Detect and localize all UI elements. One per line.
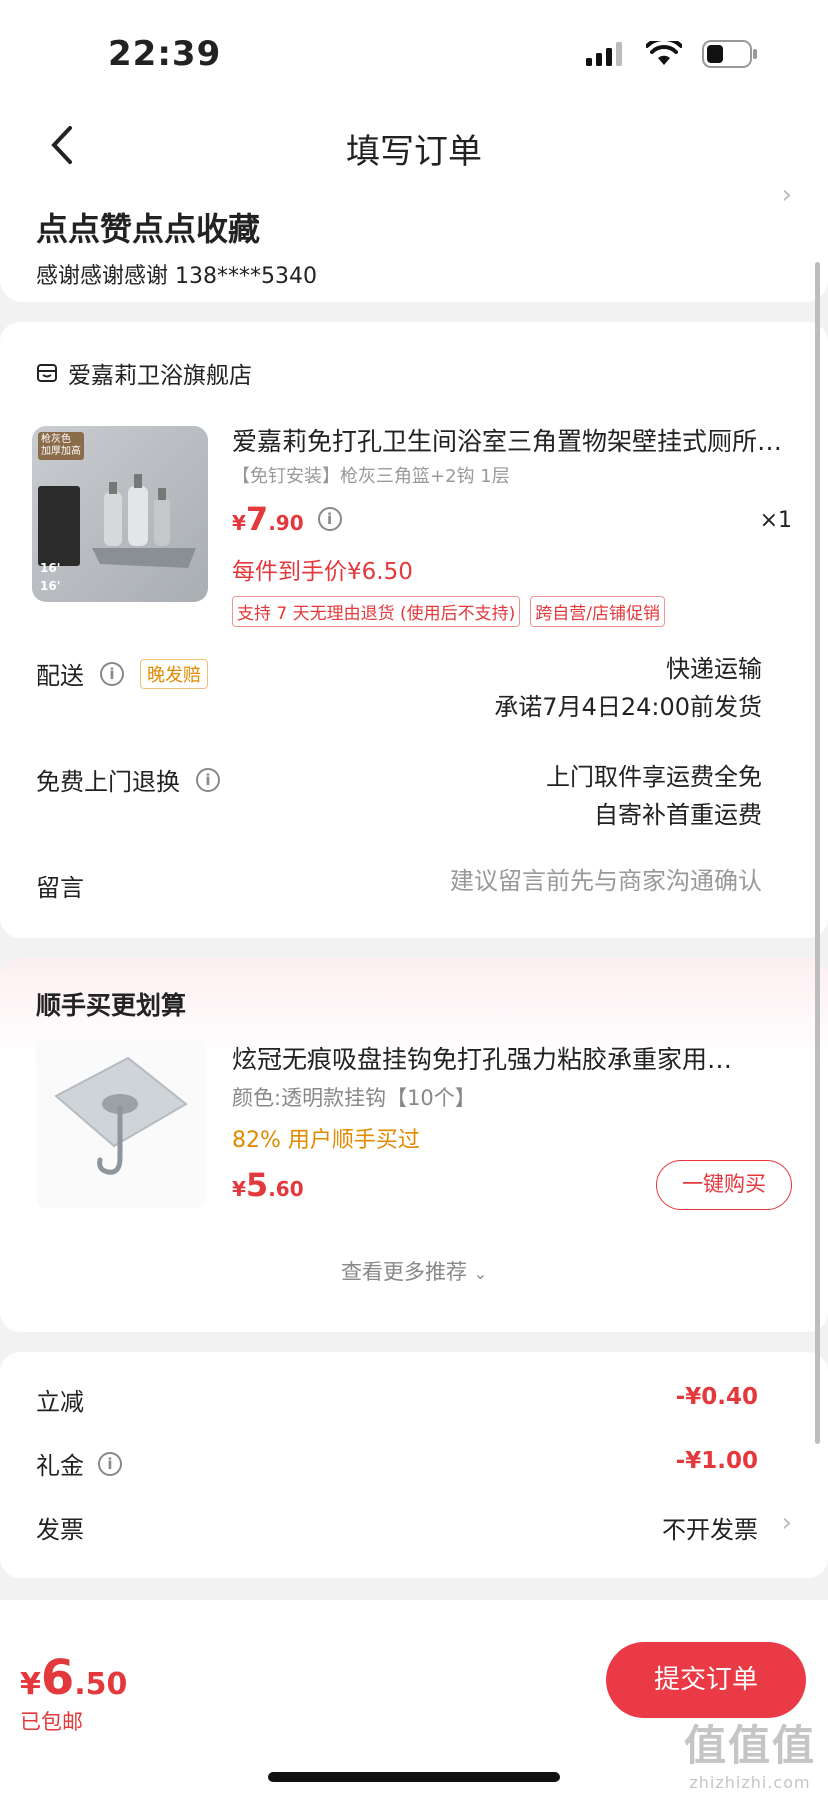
- delivery-promise: 承诺7月4日24:00前发货: [494, 693, 762, 721]
- address-detail: 感谢感谢感谢 138****5340: [36, 264, 317, 289]
- product-title[interactable]: 爱嘉莉免打孔卫生间浴室三角置物架壁挂式厕所…: [232, 422, 792, 458]
- return-line-2: 自寄补首重运费: [594, 801, 762, 829]
- watermark-url: zhizhizhi.com: [689, 1773, 811, 1792]
- price-integer: 5: [245, 1166, 269, 1204]
- nav-bar: 填写订单: [0, 100, 828, 190]
- delivery-label: 配送: [36, 662, 84, 690]
- return-label: 免费上门退换: [36, 768, 180, 796]
- price-integer: 7: [245, 500, 269, 538]
- upsell-title: 顺手买更划算: [36, 991, 187, 1020]
- status-time: 22:39: [108, 34, 222, 74]
- upsell-price: ¥ 5 .60: [232, 1166, 304, 1204]
- final-price: 每件到手价¥6.50: [232, 559, 413, 585]
- discounts-card: 立减 -¥0.40 礼金 i -¥1.00 发票 不开发票 ›: [0, 1352, 828, 1578]
- shop-name: 爱嘉莉卫浴旗舰店: [68, 363, 252, 389]
- home-indicator[interactable]: [268, 1772, 560, 1782]
- total-price: ¥ 6 .50: [20, 1650, 127, 1706]
- price-decimal: .90: [268, 511, 304, 535]
- store-icon: [37, 364, 57, 382]
- promo-tag: 跨自营/店铺促销: [530, 596, 666, 627]
- return-info: 上门取件享运费全免 自寄补首重运费: [546, 758, 762, 834]
- hook-illustration: [54, 1056, 188, 1175]
- image-badge: 枪灰色 加厚加高: [38, 432, 84, 460]
- delivery-row: 配送 i 晚发赔: [36, 656, 208, 691]
- product-tags: 支持 7 天无理由退货 (使用后不支持) 跨自营/店铺促销: [232, 596, 666, 627]
- delivery-method: 快递运输: [666, 655, 762, 683]
- price-decimal: .50: [74, 1667, 128, 1702]
- invoice-label: 发票: [36, 1516, 84, 1544]
- instant-discount-value: -¥0.40: [675, 1384, 758, 1410]
- info-icon[interactable]: i: [98, 1451, 122, 1476]
- price-integer: 6: [40, 1650, 75, 1706]
- invoice-value[interactable]: 不开发票: [662, 1510, 758, 1545]
- chevron-right-icon: ›: [781, 1508, 792, 1538]
- return-policy-tag: 支持 7 天无理由退货 (使用后不支持): [232, 596, 521, 627]
- gift-value: -¥1.00: [675, 1448, 758, 1474]
- gift-row: 礼金 i: [36, 1446, 122, 1481]
- shipping-status: 已包邮: [20, 1710, 83, 1734]
- image-size-label: 16': [40, 561, 61, 575]
- shelf-illustration: [92, 474, 196, 568]
- message-label: 留言: [36, 874, 84, 902]
- battery-icon: [702, 40, 757, 68]
- product-quantity: ×1: [759, 508, 792, 533]
- address-name: 点点赞点点收藏: [36, 210, 261, 248]
- gift-label: 礼金: [36, 1452, 84, 1480]
- status-bar: 22:39: [0, 0, 828, 100]
- return-line-1: 上门取件享运费全免: [546, 763, 762, 791]
- info-icon[interactable]: i: [317, 507, 342, 531]
- delivery-info[interactable]: 快递运输 承诺7月4日24:00前发货: [494, 650, 762, 726]
- chevron-right-icon: ›: [781, 180, 792, 210]
- product-image[interactable]: 枪灰色 加厚加高 16' 16': [32, 426, 208, 602]
- info-icon[interactable]: i: [100, 661, 124, 686]
- chevron-down-icon: ⌄: [473, 1264, 488, 1283]
- info-icon[interactable]: i: [196, 767, 220, 792]
- product-spec: 【免钉安装】枪灰三角篮+2钩 1层: [232, 466, 510, 487]
- upsell-popularity: 82% 用户顺手买过: [232, 1128, 420, 1153]
- upsell-card: 顺手买更划算 炫冠无痕吸盘挂钩免打孔强力粘胶承重家用… 颜色:透明款挂钩【10个…: [0, 958, 828, 1332]
- see-more-recommendations[interactable]: 查看更多推荐 ⌄: [0, 1256, 828, 1286]
- price-currency: ¥: [232, 511, 246, 535]
- return-row: 免费上门退换 i: [36, 762, 220, 797]
- message-input[interactable]: 建议留言前先与商家沟通确认: [450, 862, 762, 900]
- signal-icon: [586, 42, 622, 66]
- product-price: ¥ 7 .90 i: [232, 500, 342, 538]
- one-click-buy-button[interactable]: 一键购买: [656, 1160, 792, 1210]
- upsell-item-spec: 颜色:透明款挂钩【10个】: [232, 1086, 476, 1110]
- upsell-image[interactable]: [36, 1038, 206, 1208]
- upsell-item-title[interactable]: 炫冠无痕吸盘挂钩免打孔强力粘胶承重家用…: [232, 1040, 792, 1076]
- image-size-label: 16': [40, 579, 61, 593]
- status-icons: [586, 40, 758, 68]
- checkout-bar: ¥ 6 .50 已包邮 提交订单 值值值 zhizhizhi.com: [0, 1600, 828, 1795]
- shop-header[interactable]: 爱嘉莉卫浴旗舰店: [36, 356, 252, 390]
- see-more-label: 查看更多推荐: [340, 1260, 467, 1284]
- shop-card: 爱嘉莉卫浴旗舰店 枪灰色 加厚加高 16' 16' 爱嘉莉免打孔卫生间浴室三角置…: [0, 322, 828, 938]
- submit-order-button[interactable]: 提交订单: [606, 1642, 806, 1718]
- price-decimal: .60: [268, 1177, 304, 1201]
- page-title: 填写订单: [346, 132, 482, 172]
- late-compensation-tag: 晚发赔: [140, 658, 208, 689]
- watermark-logo: 值值值: [683, 1721, 816, 1770]
- instant-discount-label: 立减: [36, 1388, 84, 1416]
- address-card[interactable]: 点点赞点点收藏 感谢感谢感谢 138****5340 ›: [0, 180, 828, 302]
- price-currency: ¥: [20, 1667, 41, 1702]
- price-currency: ¥: [232, 1177, 246, 1201]
- image-side-panel: [38, 486, 80, 566]
- watermark: 值值值 zhizhizhi.com: [684, 1712, 816, 1792]
- wifi-icon: [646, 41, 682, 65]
- scrollbar[interactable]: [815, 262, 820, 1444]
